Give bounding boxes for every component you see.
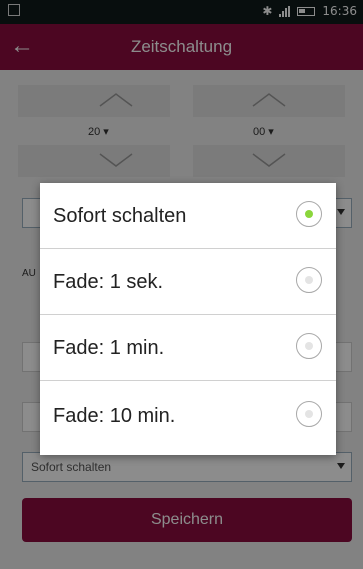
fade-options-dialog: Sofort schalten Fade: 1 sek. Fade: 1 min… [40,183,336,455]
option-sofort-schalten[interactable]: Sofort schalten [40,183,336,249]
radio-selected-icon[interactable] [296,201,322,227]
option-fade-10-min[interactable]: Fade: 10 min. [40,381,336,455]
radio-unselected-icon[interactable] [296,333,322,359]
option-label: Fade: 10 min. [53,405,176,427]
option-label: Sofort schalten [53,205,187,227]
radio-unselected-icon[interactable] [296,401,322,427]
option-fade-1-min[interactable]: Fade: 1 min. [40,315,336,381]
radio-unselected-icon[interactable] [296,267,322,293]
option-label: Fade: 1 min. [53,337,165,359]
option-label: Fade: 1 sek. [53,271,164,293]
option-fade-1-sek[interactable]: Fade: 1 sek. [40,249,336,315]
